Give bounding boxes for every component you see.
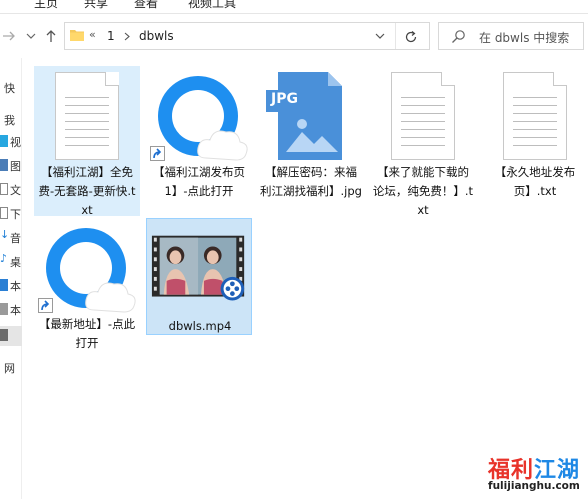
breadcrumb-1[interactable]: 1	[107, 29, 115, 43]
tab-video-tools[interactable]: 视频工具	[188, 0, 236, 11]
tab-home[interactable]: 主页	[34, 0, 58, 11]
nav-label: 桌	[10, 256, 21, 269]
browser-app-icon	[34, 224, 140, 320]
divider	[395, 23, 396, 49]
file-name: 【来了就能下载的论坛，纯免费！】.txt	[372, 165, 474, 217]
nav-item-network[interactable]: 网	[0, 358, 22, 378]
shortcut-arrow-icon	[38, 298, 53, 313]
text-document-icon	[34, 72, 140, 168]
file-name: 【解压密码：来福利江湖找福利】.jpg	[260, 165, 362, 198]
ribbon-tabs: 主页 共享 查看 视频工具	[0, 0, 588, 14]
address-row: « 1 dbwls 在 dbwls 中搜索	[0, 14, 588, 58]
file-item-shortcut-2[interactable]: 【最新地址】-点此打开	[34, 218, 140, 350]
nav-item-downloads[interactable]: 下	[0, 204, 22, 224]
watermark-logo: 福利江湖 fulijianghu.com	[484, 452, 584, 498]
chevron-right-icon[interactable]	[123, 32, 131, 41]
file-name: 【永久地址发布页】.txt	[494, 165, 576, 198]
browser-app-icon	[146, 72, 252, 168]
nav-item-drive-selected[interactable]	[0, 326, 22, 346]
nav-label: 文	[10, 184, 21, 197]
search-placeholder: 在 dbwls 中搜索	[479, 31, 570, 45]
navigation-pane: 快 我 视 图 文 下 ↓ 音 ♪ 桌 本 本 网	[0, 58, 22, 499]
file-item-txt-1[interactable]: 【福利江湖】全免费-无套路-更新快.txt	[34, 66, 140, 217]
nav-item-drive-d[interactable]: 本	[0, 300, 22, 320]
nav-label: 本	[10, 304, 21, 317]
nav-item-3d-objects[interactable]: 视	[0, 132, 22, 152]
up-button[interactable]	[42, 26, 60, 46]
file-list: 【福利江湖】全免费-无套路-更新快.txt 【福利江湖发布页1】-点此打开 JP…	[22, 58, 588, 499]
chevron-down-icon	[26, 33, 36, 39]
nav-item-drive-c[interactable]: 本	[0, 276, 22, 296]
tab-view[interactable]: 查看	[134, 0, 158, 11]
text-document-icon	[370, 72, 476, 168]
forward-button[interactable]	[0, 26, 18, 46]
nav-item-this-pc[interactable]: 我	[0, 110, 22, 130]
drive-d-icon	[0, 329, 8, 341]
search-box[interactable]: 在 dbwls 中搜索	[438, 22, 584, 50]
jpg-badge: JPG	[271, 91, 298, 107]
nav-item-pictures[interactable]: 图	[0, 156, 22, 176]
nav-item-documents[interactable]: 文	[0, 180, 22, 200]
file-item-txt-3[interactable]: 【永久地址发布页】.txt	[482, 66, 588, 216]
music-icon: ♪	[0, 252, 8, 265]
file-item-jpg[interactable]: JPG 【解压密码：来福利江湖找福利】.jpg	[258, 66, 364, 216]
file-name: 【福利江湖】全免费-无套路-更新快.txt	[38, 165, 136, 217]
text-document-icon	[482, 72, 588, 168]
watermark-url: fulijianghu.com	[488, 480, 580, 492]
arrow-up-icon	[46, 30, 56, 42]
nav-label: 网	[4, 362, 15, 375]
nav-label: 下	[10, 208, 21, 221]
nav-label: 视	[10, 136, 21, 149]
recent-locations-button[interactable]	[22, 26, 40, 46]
shortcut-arrow-icon	[150, 146, 165, 161]
arrow-right-icon	[3, 31, 15, 41]
nav-label: 音	[10, 232, 21, 245]
file-name: dbwls.mp4	[168, 319, 232, 333]
downloads-icon	[0, 207, 8, 219]
address-bar[interactable]: « 1 dbwls	[64, 22, 430, 50]
documents-icon	[0, 183, 8, 195]
folder-icon	[70, 30, 84, 41]
video-thumbnail	[147, 225, 253, 321]
downloads-arrow-icon: ↓	[0, 228, 10, 241]
refresh-icon[interactable]	[403, 29, 419, 45]
cube-3d-icon	[0, 135, 8, 147]
file-item-video[interactable]: dbwls.mp4	[146, 218, 252, 335]
nav-label: 本	[10, 280, 21, 293]
tab-share[interactable]: 共享	[84, 0, 108, 11]
drive-c-icon	[0, 303, 8, 315]
nav-item-desktop[interactable]: ♪ 桌	[0, 252, 22, 272]
nav-label: 快	[4, 82, 15, 95]
desktop-icon	[0, 279, 8, 291]
pictures-icon	[0, 159, 8, 171]
file-name: 【福利江湖发布页1】-点此打开	[153, 165, 245, 198]
image-file-icon: JPG	[258, 72, 364, 168]
nav-item-music[interactable]: ↓ 音	[0, 228, 22, 248]
address-dropdown-icon[interactable]	[373, 29, 387, 43]
nav-label: 我	[4, 114, 15, 127]
file-item-shortcut-1[interactable]: 【福利江湖发布页1】-点此打开	[146, 66, 252, 216]
nav-label: 图	[10, 160, 21, 173]
search-icon	[452, 30, 465, 43]
file-item-txt-2[interactable]: 【来了就能下载的论坛，纯免费！】.txt	[370, 66, 476, 217]
file-name: 【最新地址】-点此打开	[38, 317, 136, 350]
overflow-chevron[interactable]: «	[89, 28, 96, 41]
breadcrumb-dbwls[interactable]: dbwls	[139, 29, 174, 43]
nav-item-quick-access[interactable]: 快	[0, 78, 22, 98]
